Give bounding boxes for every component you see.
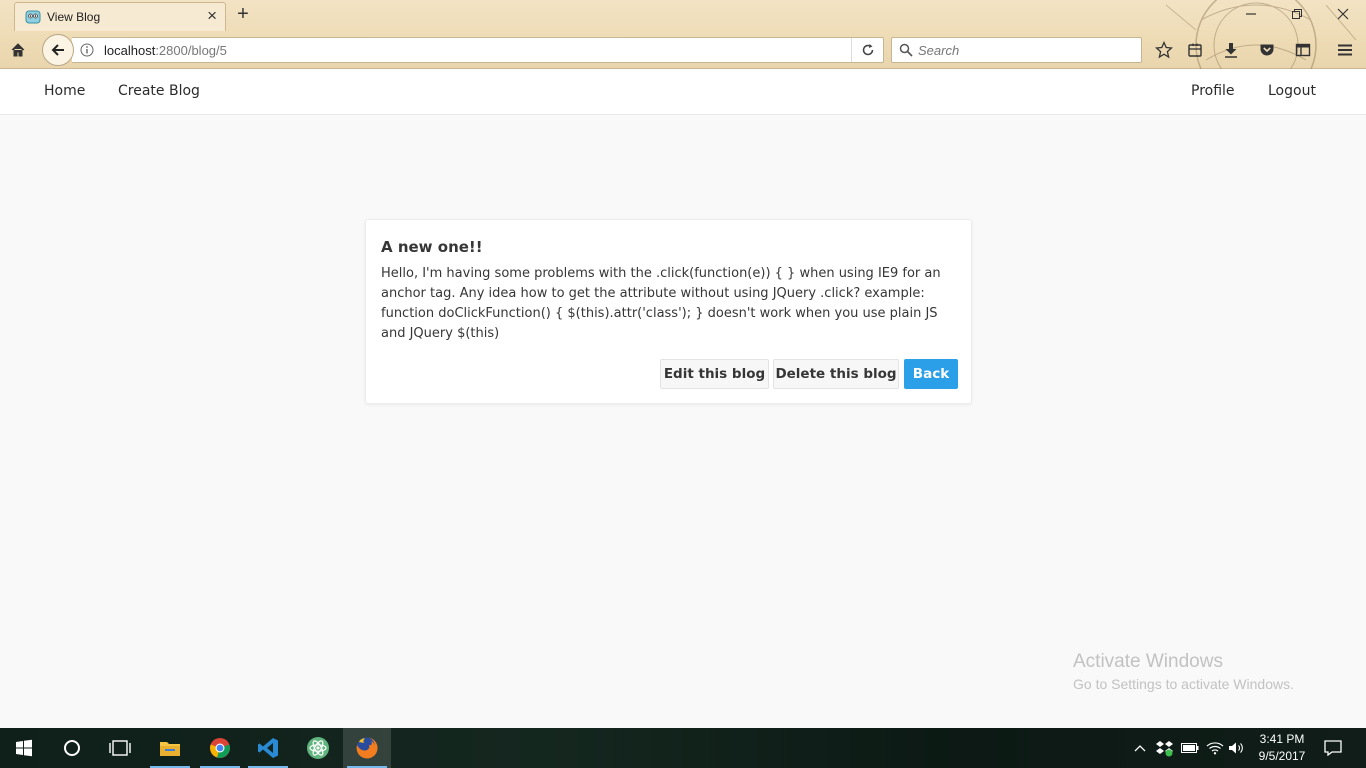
url-text[interactable]: localhost:2800/blog/5 bbox=[104, 43, 227, 58]
action-center-icon[interactable] bbox=[1324, 739, 1342, 757]
activate-windows-subtitle: Go to Settings to activate Windows. bbox=[1073, 676, 1294, 692]
info-icon[interactable] bbox=[80, 43, 94, 57]
browser-chrome: View Blog × + localhost:2800/blog/5 bbox=[0, 0, 1366, 69]
clock-time[interactable]: 3:41 PM bbox=[1258, 732, 1306, 746]
volume-icon[interactable] bbox=[1228, 739, 1246, 757]
tab-title: View Blog bbox=[47, 10, 101, 24]
restore-icon[interactable] bbox=[1282, 4, 1312, 26]
start-icon[interactable] bbox=[0, 728, 48, 768]
close-tab-icon[interactable]: × bbox=[207, 7, 217, 25]
blog-card: A new one!! Hello, I'm having some probl… bbox=[365, 219, 972, 404]
site-navbar: Home Create Blog Profile Logout bbox=[0, 69, 1366, 115]
wifi-icon[interactable] bbox=[1206, 739, 1224, 757]
cortana-icon[interactable] bbox=[48, 728, 96, 768]
home-icon[interactable] bbox=[5, 37, 31, 63]
activate-windows-title: Activate Windows bbox=[1073, 651, 1223, 672]
vscode-icon[interactable] bbox=[244, 728, 292, 768]
url-bar[interactable]: localhost:2800/blog/5 bbox=[72, 37, 884, 63]
minimize-icon[interactable] bbox=[1236, 4, 1266, 26]
blog-title: A new one!! bbox=[381, 238, 483, 256]
dropbox-icon[interactable] bbox=[1156, 739, 1174, 757]
firefox-icon[interactable] bbox=[343, 728, 391, 768]
search-input[interactable] bbox=[918, 41, 1128, 59]
nav-profile-link[interactable]: Profile bbox=[1191, 83, 1235, 99]
download-icon[interactable] bbox=[1218, 37, 1244, 63]
back-arrow-icon[interactable] bbox=[42, 34, 74, 66]
atom-icon[interactable] bbox=[294, 728, 342, 768]
navigation-toolbar: localhost:2800/blog/5 bbox=[0, 32, 1366, 68]
windows-taskbar: 3:41 PM 9/5/2017 bbox=[0, 728, 1366, 768]
search-bar[interactable] bbox=[891, 37, 1142, 63]
back-button[interactable]: Back bbox=[904, 359, 958, 389]
edit-blog-button[interactable]: Edit this blog bbox=[660, 359, 769, 389]
pocket-icon[interactable] bbox=[1254, 37, 1280, 63]
nav-create-blog-link[interactable]: Create Blog bbox=[118, 83, 200, 99]
nav-logout-link[interactable]: Logout bbox=[1268, 83, 1316, 99]
url-path: :2800/blog/5 bbox=[155, 43, 227, 58]
bookmark-star-icon[interactable] bbox=[1151, 37, 1177, 63]
close-window-icon[interactable] bbox=[1328, 4, 1358, 26]
delete-blog-button[interactable]: Delete this blog bbox=[773, 359, 899, 389]
chrome-icon[interactable] bbox=[196, 728, 244, 768]
hamburger-menu-icon[interactable] bbox=[1332, 37, 1358, 63]
browser-tab[interactable]: View Blog × bbox=[14, 2, 226, 31]
reload-icon[interactable] bbox=[851, 38, 883, 62]
sidebar-icon[interactable] bbox=[1290, 37, 1316, 63]
new-tab-icon[interactable]: + bbox=[233, 3, 253, 26]
search-icon bbox=[899, 43, 913, 57]
nav-home-link[interactable]: Home bbox=[44, 83, 85, 99]
file-explorer-icon[interactable] bbox=[146, 728, 194, 768]
show-hidden-icons-icon[interactable] bbox=[1133, 739, 1147, 757]
battery-icon[interactable] bbox=[1181, 739, 1199, 757]
blog-body: Hello, I'm having some problems with the… bbox=[381, 266, 941, 341]
task-view-icon[interactable] bbox=[96, 728, 144, 768]
bookmarks-library-icon[interactable] bbox=[1182, 37, 1208, 63]
gopher-favicon-icon bbox=[25, 10, 41, 24]
url-host: localhost bbox=[104, 43, 156, 58]
clock-date[interactable]: 9/5/2017 bbox=[1254, 749, 1310, 763]
